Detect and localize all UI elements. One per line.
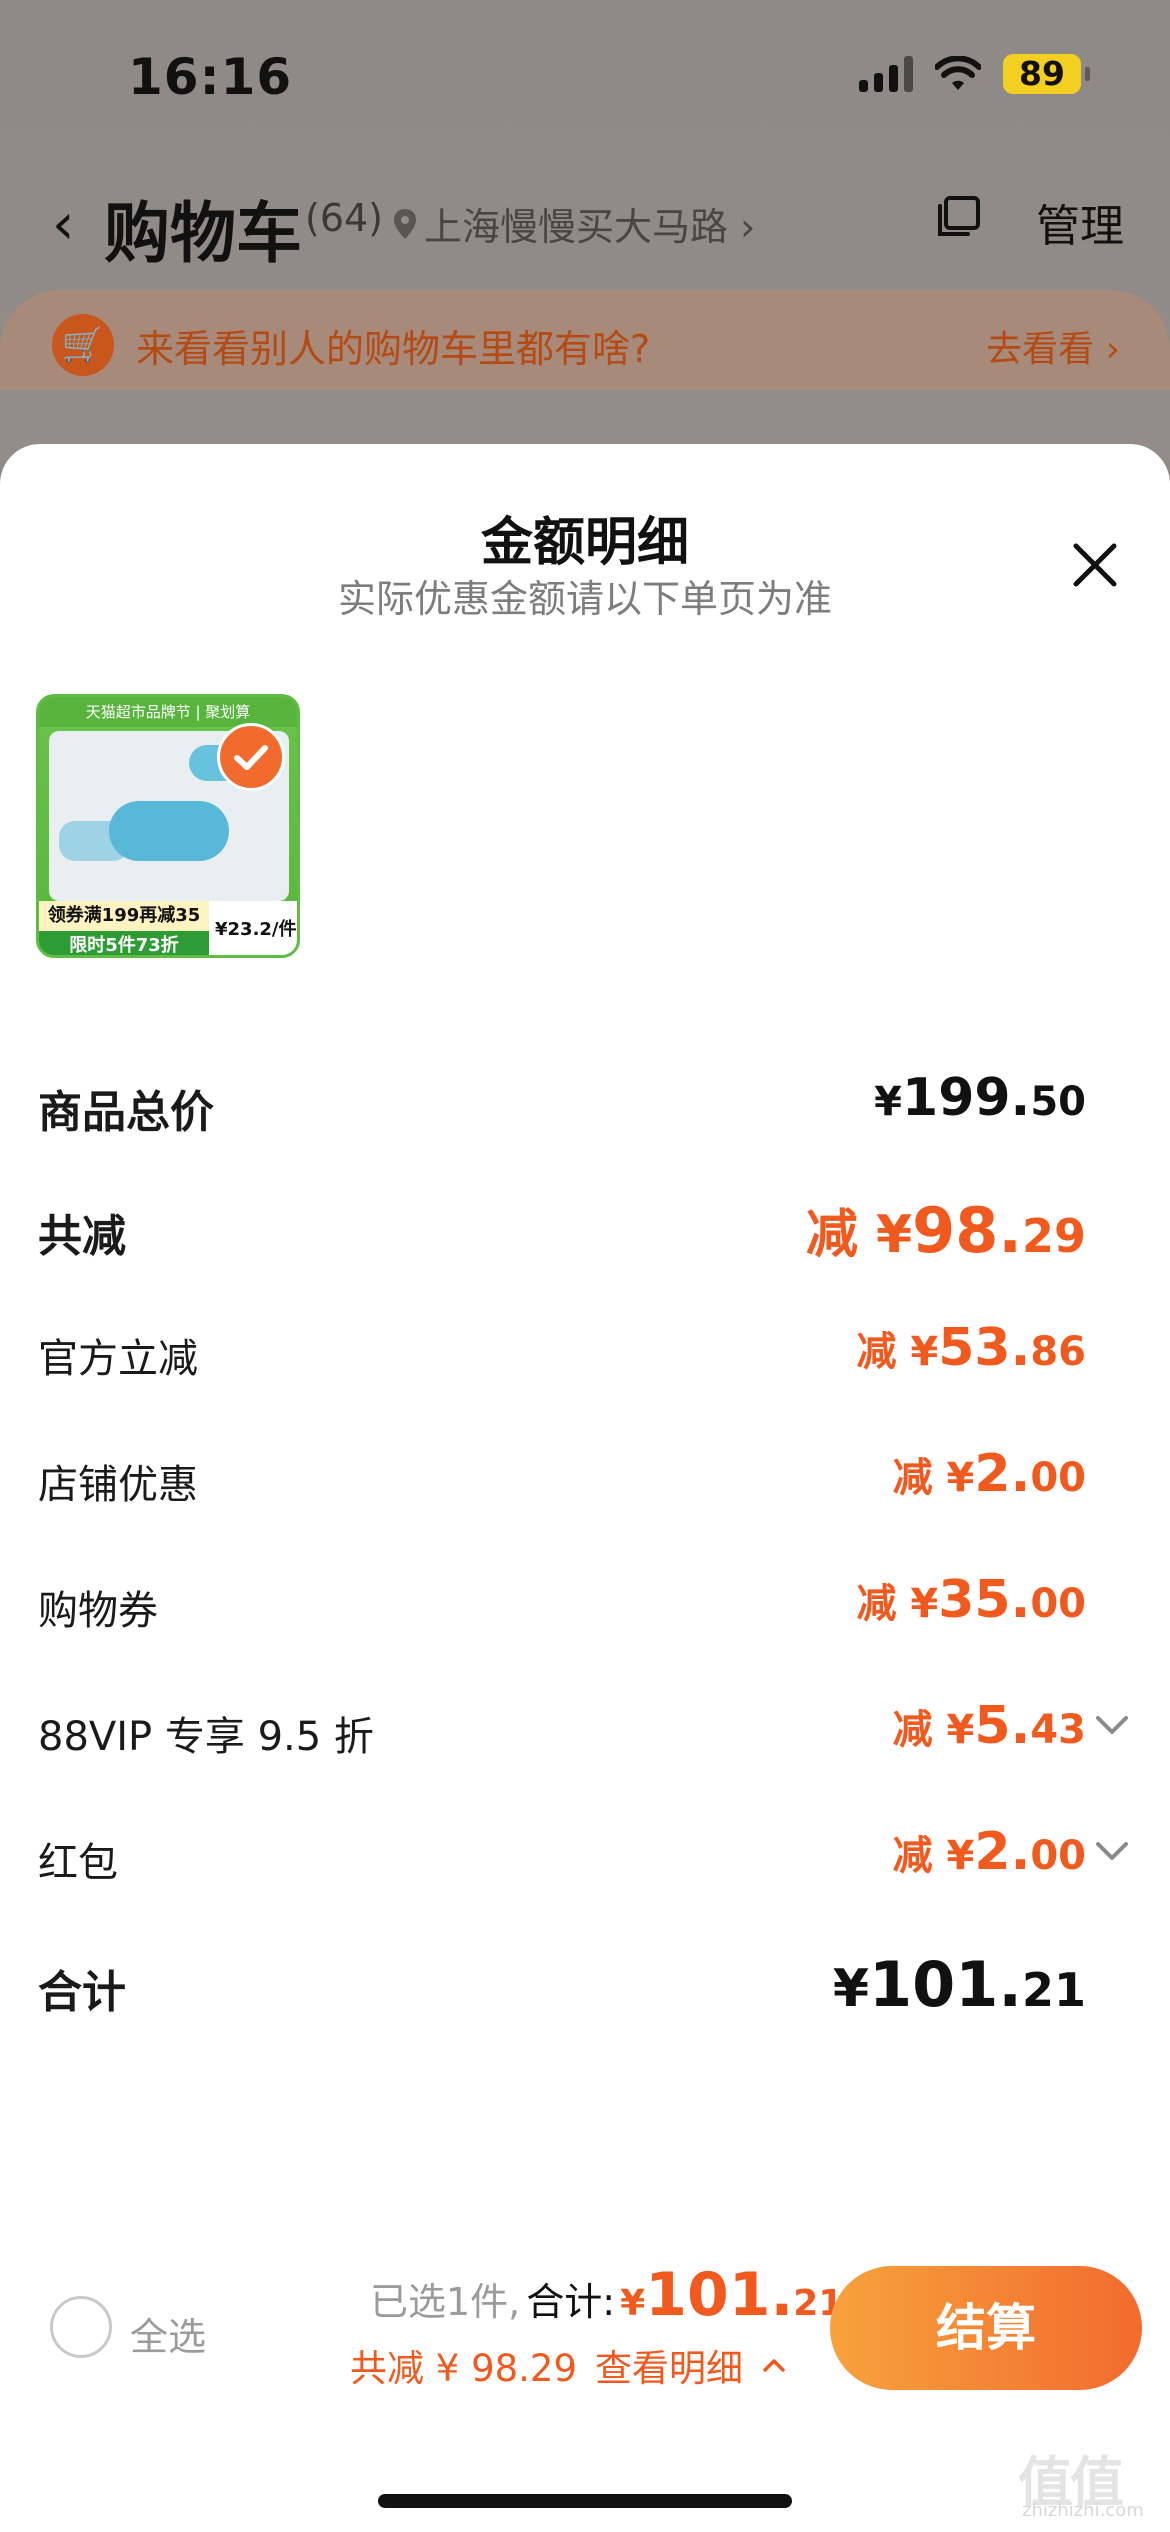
product-top-text: 天猫超市品牌节 | 聚划算	[39, 697, 297, 727]
manage-button[interactable]: 管理	[1036, 190, 1124, 254]
location-selector[interactable]: 上海慢慢买大马路 ›	[392, 196, 755, 251]
product-price: ¥23.2/件	[215, 919, 297, 940]
banner-link[interactable]: 去看看 ›	[986, 320, 1120, 372]
product-thumbnail[interactable]: 天猫超市品牌节 | 聚划算 领券满199再减35 限时5件73折 ¥23.2/件	[36, 694, 300, 958]
row-coupon: 购物券 减 ¥35.00	[0, 1566, 1170, 1646]
chevron-down-icon[interactable]	[1092, 1712, 1132, 1740]
battery-level: 89	[1003, 54, 1081, 94]
cart-count: (64)	[305, 196, 384, 240]
sum-value: ¥101.21	[620, 2260, 844, 2330]
row-value: 减 ¥2.00	[892, 1444, 1086, 1504]
row-value: 减 ¥53.86	[856, 1318, 1086, 1378]
row-vip-discount[interactable]: 88VIP 专享 9.5 折 减 ¥5.43	[0, 1692, 1170, 1772]
row-label: 商品总价	[38, 1087, 214, 1138]
row-label: 购物券	[38, 1588, 158, 1634]
row-label: 官方立减	[38, 1336, 198, 1382]
row-label: 店铺优惠	[38, 1462, 198, 1508]
row-red-packet[interactable]: 红包 减 ¥2.00	[0, 1818, 1170, 1898]
multi-select-icon[interactable]	[936, 192, 986, 242]
banner-text: 来看看别人的购物车里都有啥?	[136, 327, 651, 371]
signal-icon	[859, 56, 913, 92]
row-value: ¥101.21	[832, 1948, 1086, 2021]
close-icon[interactable]	[1070, 540, 1120, 590]
status-bar: 16:16 89	[0, 0, 1170, 150]
checkout-button[interactable]: 结算	[830, 2266, 1142, 2390]
row-label: 共减	[38, 1211, 126, 1262]
status-icons: 89	[859, 54, 1090, 94]
select-all-checkbox[interactable]	[50, 2296, 112, 2358]
row-label: 红包	[38, 1840, 118, 1886]
discount-text: 共减 ¥ 98.29	[350, 2347, 577, 2390]
row-value: 减 ¥2.00	[892, 1822, 1086, 1882]
watermark-text: zhizhizhi.com	[1022, 2500, 1144, 2521]
row-official-discount: 官方立减 减 ¥53.86	[0, 1314, 1170, 1394]
selected-count: 已选1件,	[370, 2280, 521, 2324]
detail-link[interactable]: 查看明细	[595, 2338, 743, 2392]
row-total-price: 商品总价 ¥199.50	[0, 1064, 1170, 1144]
status-time: 16:16	[128, 48, 293, 106]
home-indicator	[378, 2494, 792, 2508]
row-label: 合计	[38, 1967, 126, 2018]
wifi-icon	[935, 56, 981, 90]
chevron-up-icon[interactable]	[761, 2356, 787, 2374]
sheet-title: 金额明细	[480, 513, 689, 573]
back-button[interactable]: ‹	[52, 192, 74, 257]
row-store-discount: 店铺优惠 减 ¥2.00	[0, 1440, 1170, 1520]
row-value: ¥199.50	[874, 1068, 1086, 1128]
row-total-discount: 共减 减 ¥98.29	[0, 1188, 1170, 1268]
row-subtotal: 合计 ¥101.21	[0, 1944, 1170, 2024]
product-limit: 限时5件73折	[39, 931, 209, 955]
location-pin-icon	[394, 208, 416, 239]
sum-label: 合计:	[526, 2280, 616, 2324]
cart-icon: 🛒	[52, 314, 114, 376]
product-promo: 领券满199再减35	[39, 901, 209, 931]
row-value: 减 ¥35.00	[856, 1570, 1086, 1630]
amount-detail-sheet: 金额明细 实际优惠金额请以下单页为准 天猫超市品牌节 | 聚划算 领券满199再…	[0, 444, 1170, 2532]
checkmark-icon[interactable]	[217, 723, 285, 791]
row-value: 减 ¥98.29	[805, 1194, 1086, 1267]
social-cart-banner[interactable]: 🛒 来看看别人的购物车里都有啥? 去看看 ›	[0, 290, 1170, 390]
nav-bar: ‹ 购物车 (64) 上海慢慢买大马路 › 管理	[0, 170, 1170, 272]
chevron-down-icon[interactable]	[1092, 1838, 1132, 1866]
background-page: 16:16 89 ‹ 购物车 (64) 上海慢慢买大马路 › 管理 🛒 来看看别…	[0, 0, 1170, 460]
discount-summary[interactable]: 共减 ¥ 98.29 查看明细	[350, 2338, 787, 2392]
location-text: 上海慢慢买大马路 ›	[424, 205, 756, 249]
row-value: 减 ¥5.43	[892, 1696, 1086, 1756]
product-price-box: ¥23.2/件	[209, 901, 297, 955]
select-all-label[interactable]: 全选	[130, 2306, 206, 2361]
sheet-subtitle: 实际优惠金额请以下单页为准	[337, 577, 832, 621]
battery-icon: 89	[1003, 54, 1090, 94]
sum-line: 已选1件, 合计: ¥101.21	[370, 2260, 843, 2330]
page-title: 购物车	[104, 195, 302, 272]
row-label: 88VIP 专享 9.5 折	[38, 1714, 374, 1760]
